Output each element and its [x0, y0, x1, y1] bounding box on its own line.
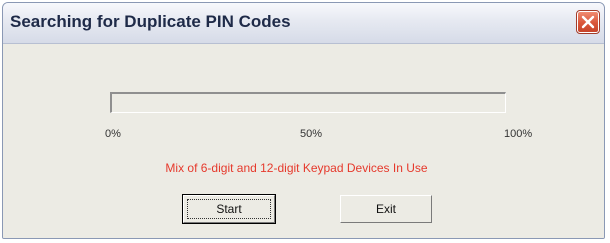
- start-button[interactable]: Start: [182, 194, 276, 224]
- exit-button-label: Exit: [375, 202, 396, 216]
- exit-button[interactable]: Exit: [340, 195, 432, 223]
- start-button-label: Start: [216, 202, 242, 216]
- progress-tick-100: 100%: [504, 128, 533, 140]
- progress-tick-0: 0%: [105, 128, 121, 140]
- status-message: Mix of 6-digit and 12-digit Keypad Devic…: [165, 161, 428, 175]
- progress-tick-50: 50%: [300, 128, 323, 140]
- window-title: Searching for Duplicate PIN Codes: [10, 12, 291, 31]
- dialog-body: 0% 50% 100% Mix of 6-digit and 12-digit …: [3, 44, 604, 238]
- close-icon: [581, 15, 595, 29]
- close-button[interactable]: [576, 10, 600, 34]
- progress-bar: [110, 92, 506, 113]
- title-bar[interactable]: Searching for Duplicate PIN Codes: [3, 3, 604, 44]
- dialog-window: Searching for Duplicate PIN Codes 0% 50%…: [2, 2, 605, 239]
